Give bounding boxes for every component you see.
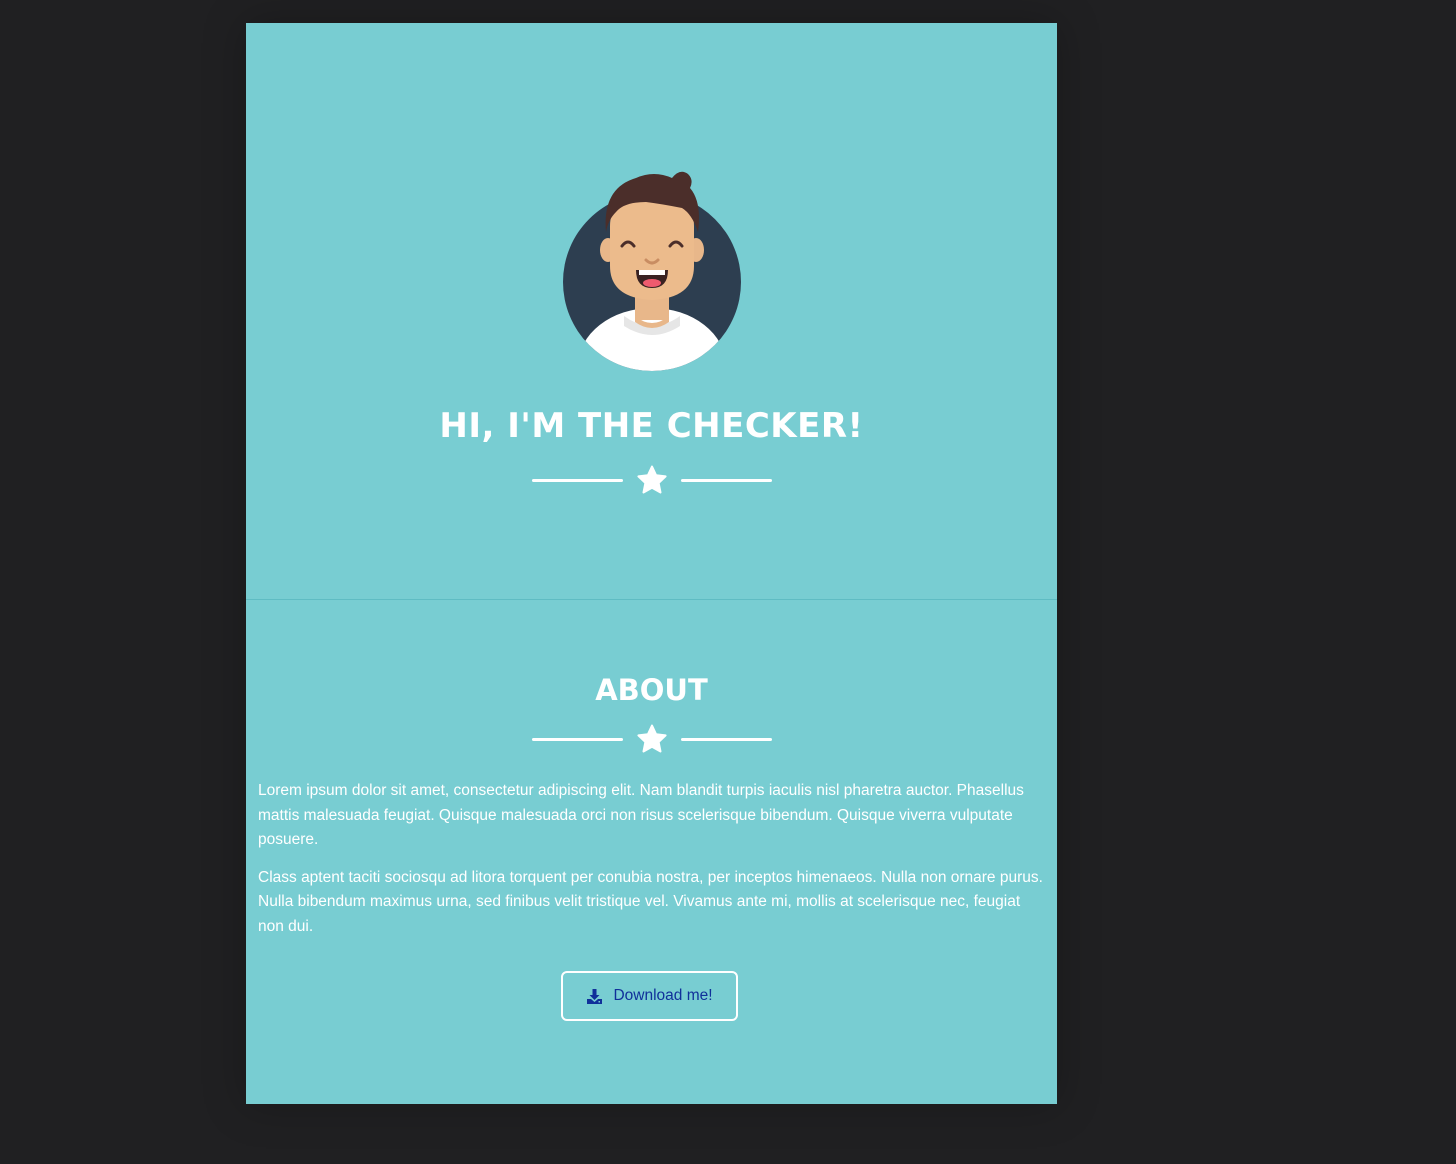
divider-line-right — [681, 479, 772, 482]
profile-card: HI, I'M THE CHECKER! ABOUT Lorem ipsum d… — [246, 23, 1057, 1104]
about-paragraph: Class aptent taciti sociosqu ad litora t… — [258, 868, 1043, 935]
page-title: HI, I'M THE CHECKER! — [439, 406, 864, 446]
divider-line-left — [532, 738, 623, 741]
title-divider — [532, 465, 772, 495]
star-icon — [637, 724, 667, 753]
divider-line-left — [532, 479, 623, 482]
star-icon — [637, 465, 667, 494]
download-button-label: Download me! — [613, 987, 713, 1004]
avatar — [563, 171, 741, 371]
download-icon — [587, 988, 603, 1004]
about-paragraph: Lorem ipsum dolor sit amet, consectetur … — [258, 782, 1024, 848]
download-button[interactable]: Download me! — [561, 971, 738, 1021]
hero-section: HI, I'M THE CHECKER! — [246, 23, 1057, 600]
about-text: Lorem ipsum dolor sit amet, consectetur … — [258, 779, 1043, 952]
about-title: ABOUT — [595, 673, 708, 707]
about-divider — [532, 724, 772, 754]
divider-line-right — [681, 738, 772, 741]
